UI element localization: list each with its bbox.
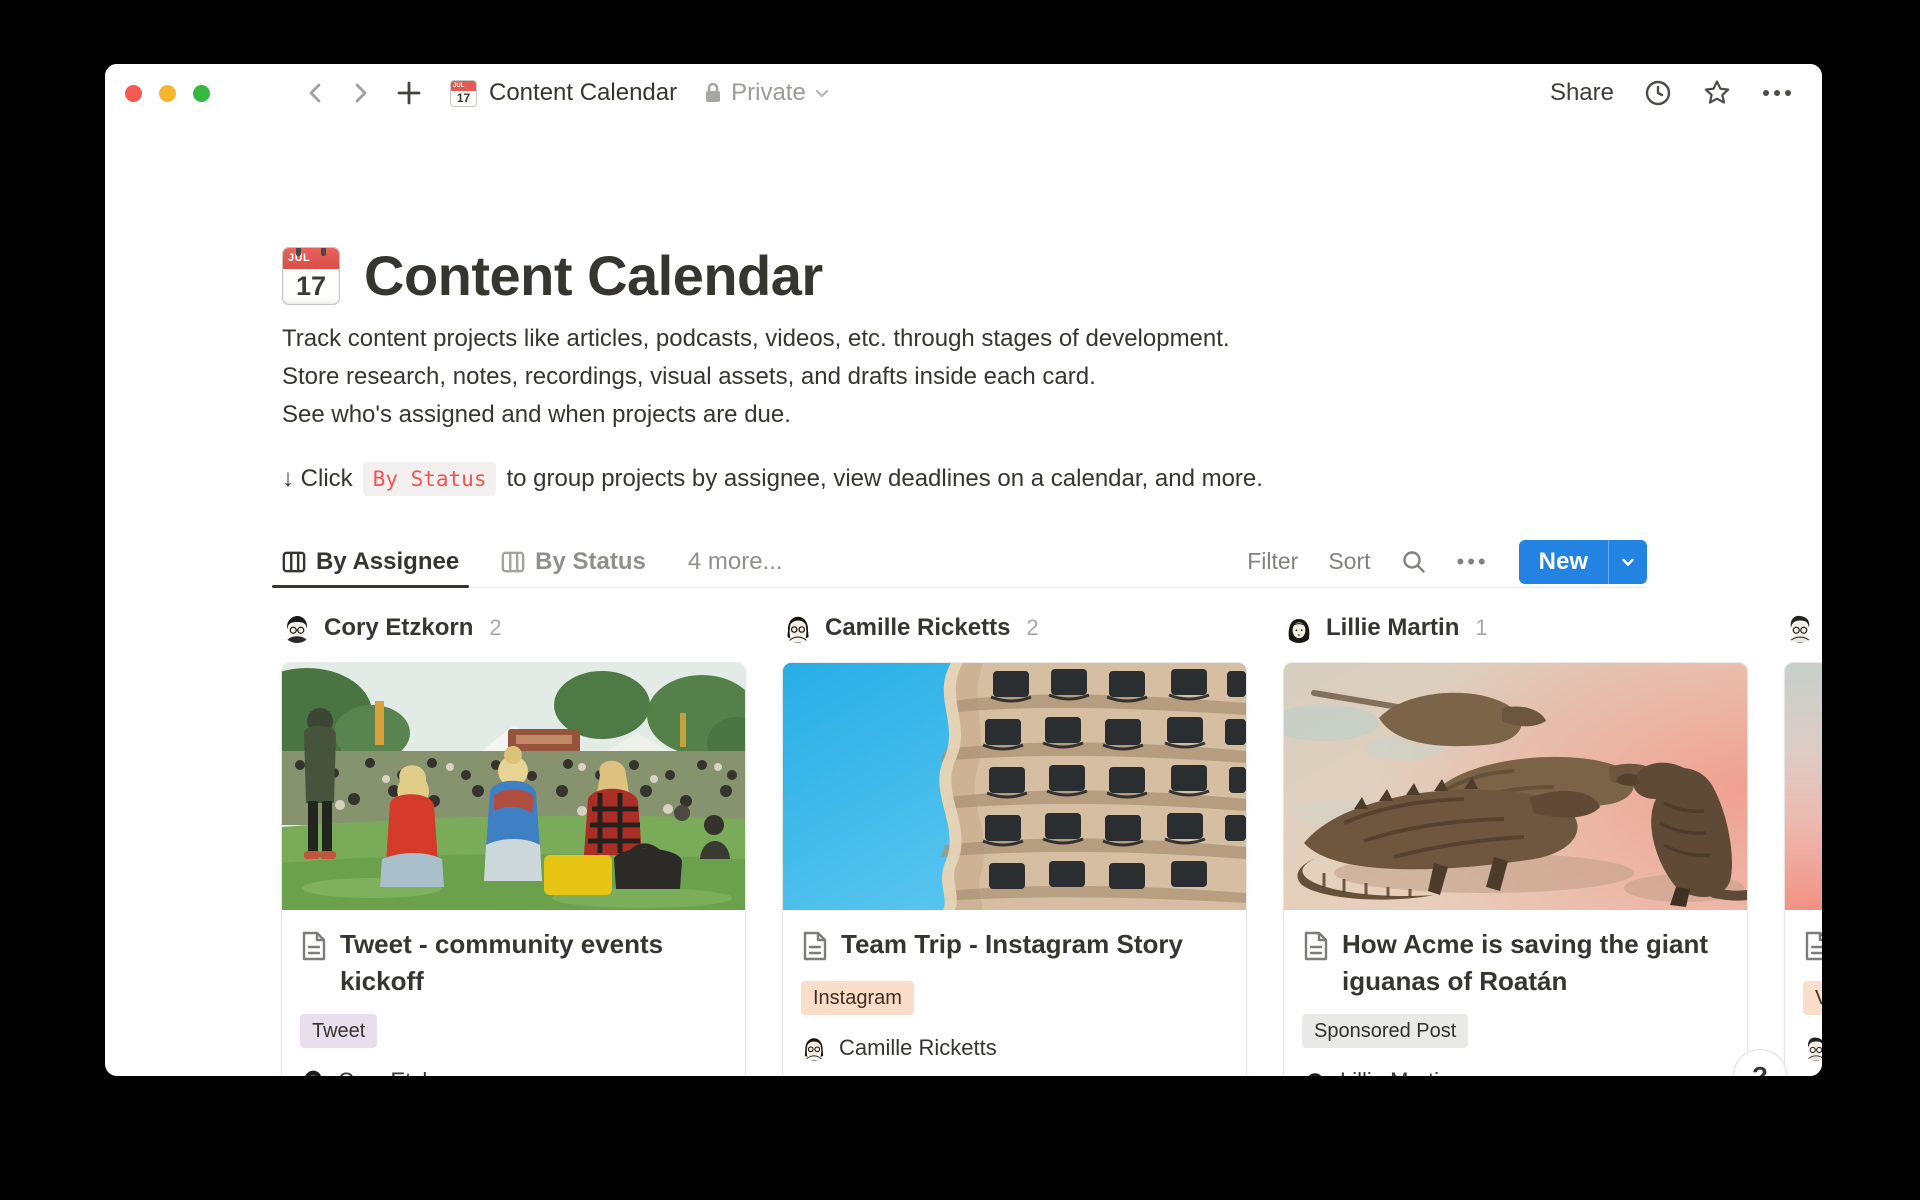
- column-header: [1785, 613, 1822, 643]
- avatar: [801, 1035, 827, 1061]
- board-view-icon: [282, 550, 306, 574]
- page-body: JUL 17 Content Calendar Track content pr…: [105, 122, 1822, 1076]
- column-name: Lillie Martin: [1326, 614, 1459, 642]
- column-header: Cory Etzkorn 2: [282, 613, 745, 643]
- chevron-down-icon: [814, 85, 830, 101]
- column-name: Camille Ricketts: [825, 614, 1010, 642]
- new-dropdown-chevron-icon[interactable]: [1609, 540, 1647, 584]
- favorite-star-icon[interactable]: [1702, 78, 1732, 108]
- privacy-dropdown[interactable]: Private: [703, 79, 830, 107]
- view-toolbar: By Assignee By Status 4 more... Filter S…: [282, 536, 1647, 588]
- avatar: [783, 613, 813, 643]
- column-count: 1: [1475, 615, 1487, 641]
- tab-by-status[interactable]: By Status: [491, 536, 656, 587]
- page-doc-icon: [1803, 926, 1822, 967]
- back-icon[interactable]: [304, 81, 328, 105]
- assignee-name: Cory Etzkorn: [338, 1068, 465, 1076]
- assignee-name: Camille Ricketts: [839, 1035, 997, 1061]
- tag-chip: V: [1803, 981, 1822, 1015]
- board-column-camille: Camille Ricketts 2: [783, 613, 1246, 1076]
- traffic-lights: [125, 85, 210, 102]
- view-options-icon[interactable]: •••: [1457, 549, 1489, 575]
- card-title: Tweet - community events kickoff: [340, 926, 727, 1000]
- minimize-window-button[interactable]: [159, 85, 176, 102]
- description-line: See who's assigned and when projects are…: [282, 396, 1230, 434]
- filter-button[interactable]: Filter: [1247, 548, 1298, 575]
- new-button[interactable]: New: [1519, 540, 1647, 584]
- breadcrumb-page-title[interactable]: Content Calendar: [489, 79, 677, 107]
- card-cover-gradient: [1785, 663, 1822, 910]
- column-name: Cory Etzkorn: [324, 614, 473, 642]
- column-header: Camille Ricketts 2: [783, 613, 1246, 643]
- avatar: [1302, 1068, 1328, 1076]
- lock-icon: [703, 81, 723, 105]
- sort-button[interactable]: Sort: [1328, 548, 1370, 575]
- new-page-plus-icon[interactable]: [396, 80, 422, 106]
- avatar: [1803, 1035, 1822, 1061]
- card-title: Team Trip - Instagram Story: [841, 926, 1183, 967]
- avatar: [300, 1068, 326, 1076]
- tag-chip: Sponsored Post: [1302, 1014, 1468, 1048]
- callout-line: ↓ Click By Status to group projects by a…: [282, 462, 1263, 496]
- card-cover-iguanas: [1284, 663, 1747, 910]
- column-count: 2: [1026, 615, 1038, 641]
- page-doc-icon: [801, 926, 829, 967]
- breadcrumb-calendar-icon: JUL 17: [450, 80, 477, 107]
- assignee-name: Lillie Martin: [1340, 1068, 1451, 1076]
- tag-chip: Tweet: [300, 1014, 377, 1048]
- page-description: Track content projects like articles, po…: [282, 320, 1230, 434]
- card-team-trip-instagram[interactable]: Team Trip - Instagram Story Instagram Ca…: [783, 663, 1246, 1076]
- close-window-button[interactable]: [125, 85, 142, 102]
- column-count: 2: [489, 615, 501, 641]
- share-button[interactable]: Share: [1550, 79, 1614, 107]
- page-title: Content Calendar: [364, 243, 823, 308]
- search-icon[interactable]: [1401, 549, 1427, 575]
- avatar: [282, 613, 312, 643]
- board-column-partial: V D: [1785, 613, 1822, 1076]
- callout-suffix: to group projects by assignee, view dead…: [506, 465, 1262, 493]
- more-options-icon[interactable]: [1762, 89, 1792, 97]
- description-line: Store research, notes, recordings, visua…: [282, 358, 1230, 396]
- board-column-cory: Cory Etzkorn 2: [282, 613, 745, 1076]
- card-partial[interactable]: V D: [1785, 663, 1822, 1076]
- window-topbar: JUL 17 Content Calendar Private Share: [105, 64, 1822, 122]
- avatar: [1785, 613, 1815, 643]
- card-tweet-community-events[interactable]: Tweet - community events kickoff Tweet C…: [282, 663, 745, 1076]
- board-column-lillie: Lillie Martin 1: [1284, 613, 1747, 1076]
- tab-by-assignee[interactable]: By Assignee: [272, 536, 469, 587]
- card-title: How Acme is saving the giant iguanas of …: [1342, 926, 1729, 1000]
- notion-app-window: JUL 17 Content Calendar Private Share: [105, 64, 1822, 1076]
- privacy-label: Private: [731, 79, 806, 107]
- description-line: Track content projects like articles, po…: [282, 320, 1230, 358]
- updates-clock-icon[interactable]: [1644, 79, 1672, 107]
- board-view-icon: [501, 550, 525, 574]
- page-calendar-icon[interactable]: JUL 17: [282, 247, 340, 305]
- column-header: Lillie Martin 1: [1284, 613, 1747, 643]
- page-doc-icon: [300, 926, 328, 1000]
- forward-icon[interactable]: [348, 81, 372, 105]
- page-doc-icon: [1302, 926, 1330, 1000]
- callout-prefix: ↓ Click: [282, 465, 353, 493]
- kanban-board: Cory Etzkorn 2: [282, 613, 1822, 1076]
- card-cover-festival-crowd: [282, 663, 745, 910]
- card-cover-casa-mila: [783, 663, 1246, 910]
- zoom-window-button[interactable]: [193, 85, 210, 102]
- card-acme-iguanas[interactable]: How Acme is saving the giant iguanas of …: [1284, 663, 1747, 1076]
- avatar: [1284, 613, 1314, 643]
- tag-chip: Instagram: [801, 981, 914, 1015]
- sidebar-menu-icon[interactable]: [244, 83, 272, 104]
- tab-more-views[interactable]: 4 more...: [678, 536, 793, 587]
- by-status-code-chip: By Status: [363, 462, 497, 496]
